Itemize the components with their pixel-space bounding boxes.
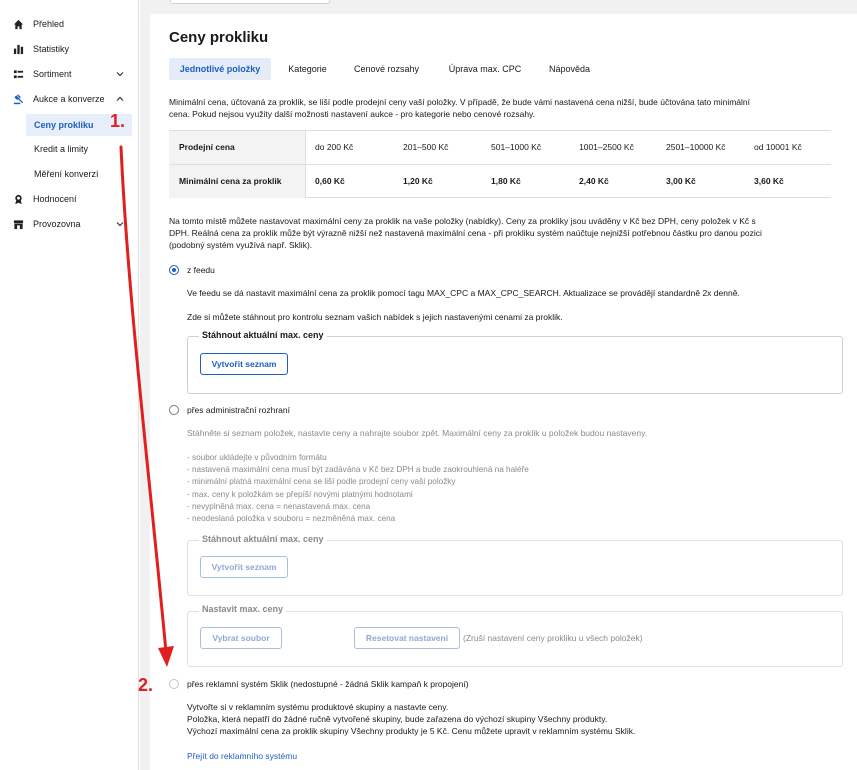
annotation-arrow	[119, 145, 174, 667]
